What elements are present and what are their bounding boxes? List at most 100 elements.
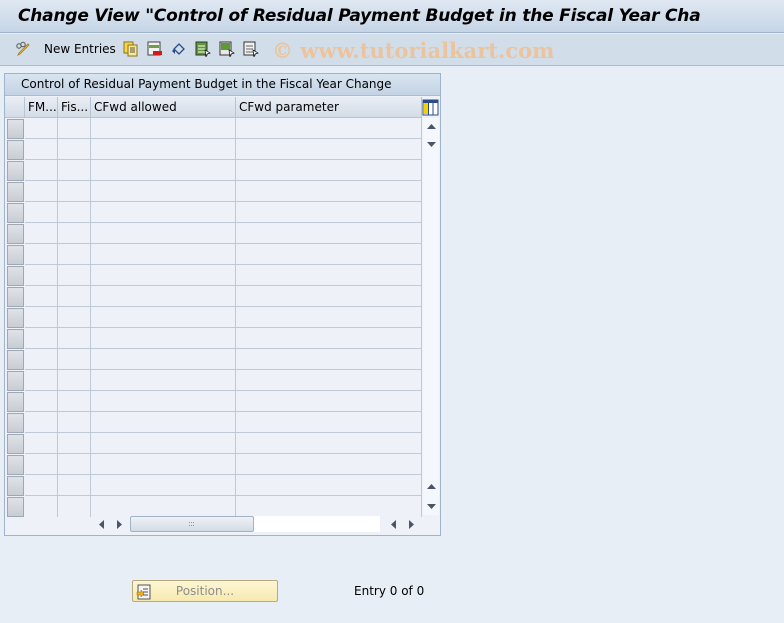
cell-cfwd-allowed[interactable] bbox=[91, 454, 236, 475]
cell-fm-area[interactable] bbox=[25, 286, 58, 307]
cell-fiscal-year[interactable] bbox=[58, 475, 91, 496]
cell-cfwd-parameter[interactable] bbox=[236, 370, 422, 391]
cell-fiscal-year[interactable] bbox=[58, 496, 91, 517]
scroll-up-bottom-button[interactable] bbox=[423, 478, 439, 494]
cell-fm-area[interactable] bbox=[25, 244, 58, 265]
cell-fm-area[interactable] bbox=[25, 475, 58, 496]
cell-fiscal-year[interactable] bbox=[58, 286, 91, 307]
cell-cfwd-allowed[interactable] bbox=[91, 160, 236, 181]
cell-cfwd-parameter[interactable] bbox=[236, 181, 422, 202]
vertical-scrollbar[interactable] bbox=[423, 118, 439, 515]
new-entries-button[interactable]: New Entries bbox=[44, 42, 116, 56]
cell-fm-area[interactable] bbox=[25, 433, 58, 454]
cell-cfwd-allowed[interactable] bbox=[91, 328, 236, 349]
cell-fiscal-year[interactable] bbox=[58, 265, 91, 286]
cell-cfwd-allowed[interactable] bbox=[91, 139, 236, 160]
row-selector[interactable] bbox=[7, 455, 24, 475]
cell-fiscal-year[interactable] bbox=[58, 370, 91, 391]
row-selector[interactable] bbox=[7, 182, 24, 202]
cell-fiscal-year[interactable] bbox=[58, 433, 91, 454]
cell-fm-area[interactable] bbox=[25, 454, 58, 475]
row-selector[interactable] bbox=[7, 308, 24, 328]
scroll-down-top-button[interactable] bbox=[423, 136, 439, 152]
row-selector[interactable] bbox=[7, 371, 24, 391]
cell-cfwd-allowed[interactable] bbox=[91, 349, 236, 370]
cell-fm-area[interactable] bbox=[25, 118, 58, 139]
cell-fm-area[interactable] bbox=[25, 307, 58, 328]
row-selector[interactable] bbox=[7, 287, 24, 307]
select-block-icon[interactable] bbox=[219, 41, 235, 58]
cell-cfwd-allowed[interactable] bbox=[91, 286, 236, 307]
scroll-left-end-button[interactable] bbox=[385, 516, 401, 532]
cell-fiscal-year[interactable] bbox=[58, 160, 91, 181]
cell-cfwd-allowed[interactable] bbox=[91, 202, 236, 223]
cell-fm-area[interactable] bbox=[25, 139, 58, 160]
cell-fiscal-year[interactable] bbox=[58, 118, 91, 139]
cell-fiscal-year[interactable] bbox=[58, 223, 91, 244]
row-selector[interactable] bbox=[7, 161, 24, 181]
cell-fm-area[interactable] bbox=[25, 349, 58, 370]
horizontal-scroll-thumb[interactable] bbox=[130, 516, 254, 532]
cell-fiscal-year[interactable] bbox=[58, 454, 91, 475]
cell-cfwd-parameter[interactable] bbox=[236, 286, 422, 307]
row-selector[interactable] bbox=[7, 350, 24, 370]
row-selector[interactable] bbox=[7, 266, 24, 286]
row-selector[interactable] bbox=[7, 476, 24, 496]
horizontal-scrollbar[interactable] bbox=[91, 516, 414, 532]
cell-fm-area[interactable] bbox=[25, 265, 58, 286]
row-selector[interactable] bbox=[7, 140, 24, 160]
cell-fm-area[interactable] bbox=[25, 370, 58, 391]
cell-fm-area[interactable] bbox=[25, 328, 58, 349]
cell-cfwd-parameter[interactable] bbox=[236, 307, 422, 328]
cell-cfwd-allowed[interactable] bbox=[91, 223, 236, 244]
select-all-rows-header[interactable] bbox=[5, 97, 25, 118]
scroll-down-bottom-button[interactable] bbox=[423, 498, 439, 514]
row-selector[interactable] bbox=[7, 119, 24, 139]
delete-icon[interactable] bbox=[147, 41, 163, 57]
cell-fm-area[interactable] bbox=[25, 202, 58, 223]
cell-cfwd-parameter[interactable] bbox=[236, 160, 422, 181]
cell-cfwd-parameter[interactable] bbox=[236, 139, 422, 160]
cell-cfwd-parameter[interactable] bbox=[236, 412, 422, 433]
cell-fiscal-year[interactable] bbox=[58, 307, 91, 328]
cell-fm-area[interactable] bbox=[25, 181, 58, 202]
cell-fm-area[interactable] bbox=[25, 412, 58, 433]
cell-cfwd-parameter[interactable] bbox=[236, 265, 422, 286]
cell-fm-area[interactable] bbox=[25, 223, 58, 244]
glasses-pencil-icon[interactable] bbox=[15, 41, 31, 57]
cell-fm-area[interactable] bbox=[25, 160, 58, 181]
cell-cfwd-parameter[interactable] bbox=[236, 349, 422, 370]
cell-fiscal-year[interactable] bbox=[58, 139, 91, 160]
cell-cfwd-parameter[interactable] bbox=[236, 244, 422, 265]
cell-cfwd-allowed[interactable] bbox=[91, 118, 236, 139]
cell-cfwd-parameter[interactable] bbox=[236, 475, 422, 496]
cell-cfwd-parameter[interactable] bbox=[236, 391, 422, 412]
cell-cfwd-allowed[interactable] bbox=[91, 412, 236, 433]
cell-cfwd-parameter[interactable] bbox=[236, 223, 422, 244]
scroll-right-end-button[interactable] bbox=[403, 516, 419, 532]
cell-cfwd-allowed[interactable] bbox=[91, 307, 236, 328]
cell-cfwd-allowed[interactable] bbox=[91, 496, 236, 517]
column-header-cfwd-parameter[interactable]: CFwd parameter bbox=[236, 97, 422, 118]
cell-fiscal-year[interactable] bbox=[58, 181, 91, 202]
row-selector[interactable] bbox=[7, 497, 24, 517]
column-header-fiscal-year[interactable]: Fis... bbox=[58, 97, 91, 118]
position-button[interactable]: Position... bbox=[132, 580, 278, 602]
cell-fiscal-year[interactable] bbox=[58, 412, 91, 433]
column-header-cfwd-allowed[interactable]: CFwd allowed bbox=[91, 97, 236, 118]
cell-fiscal-year[interactable] bbox=[58, 244, 91, 265]
cell-cfwd-parameter[interactable] bbox=[236, 454, 422, 475]
row-selector[interactable] bbox=[7, 434, 24, 454]
row-selector[interactable] bbox=[7, 203, 24, 223]
cell-cfwd-parameter[interactable] bbox=[236, 328, 422, 349]
undo-icon[interactable] bbox=[171, 41, 187, 57]
row-selector[interactable] bbox=[7, 224, 24, 244]
cell-cfwd-allowed[interactable] bbox=[91, 475, 236, 496]
cell-cfwd-parameter[interactable] bbox=[236, 202, 422, 223]
copy-icon[interactable] bbox=[123, 41, 139, 57]
cell-fm-area[interactable] bbox=[25, 496, 58, 517]
row-selector[interactable] bbox=[7, 413, 24, 433]
cell-cfwd-allowed[interactable] bbox=[91, 433, 236, 454]
column-header-fm-area[interactable]: FM... bbox=[25, 97, 58, 118]
row-selector[interactable] bbox=[7, 392, 24, 412]
